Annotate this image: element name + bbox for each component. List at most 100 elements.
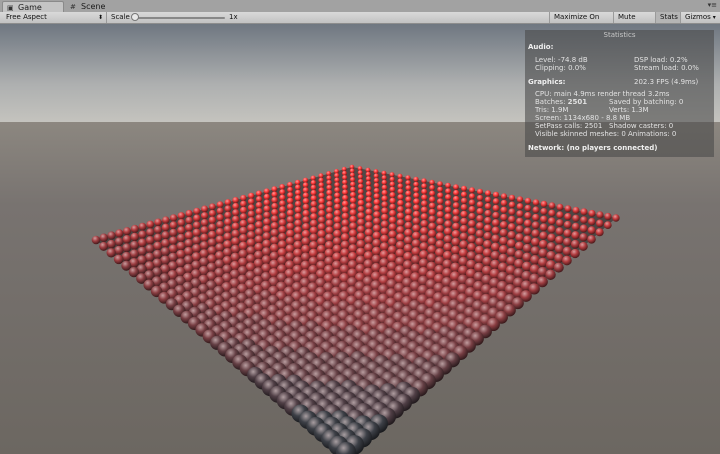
sphere	[302, 187, 309, 194]
sphere	[500, 206, 508, 214]
sphere	[437, 192, 444, 199]
sphere	[301, 229, 311, 239]
sphere	[491, 226, 500, 235]
sphere	[130, 224, 139, 233]
sphere	[429, 190, 436, 197]
sphere	[286, 209, 294, 217]
sphere	[207, 238, 217, 247]
sphere	[397, 188, 404, 195]
sphere	[208, 230, 217, 240]
sphere	[286, 203, 294, 211]
sphere	[326, 179, 332, 186]
tab-scene[interactable]: # Scene	[66, 1, 126, 12]
sphere	[177, 212, 185, 220]
sphere	[500, 199, 508, 207]
window-menu-icon[interactable]: ▾≡	[708, 0, 717, 11]
sphere	[396, 219, 405, 227]
sphere	[349, 176, 356, 183]
sphere	[580, 216, 588, 224]
sphere	[332, 237, 342, 246]
sphere	[193, 207, 201, 215]
sphere	[412, 217, 421, 225]
sphere	[427, 229, 437, 238]
sphere	[192, 221, 201, 230]
sphere	[325, 226, 334, 235]
sphere	[508, 208, 516, 216]
sphere	[145, 235, 155, 245]
sphere	[326, 175, 332, 181]
sphere	[334, 182, 340, 188]
tab-bar: ▣ Game # Scene ▾≡	[0, 0, 720, 12]
sphere	[373, 187, 380, 194]
sphere	[570, 248, 580, 259]
scale-slider-thumb[interactable]	[131, 13, 139, 21]
sphere	[412, 204, 420, 212]
sphere	[508, 215, 516, 224]
maximize-on-play-button[interactable]: Maximize On Play	[549, 12, 613, 32]
sphere	[348, 236, 358, 246]
sphere	[372, 231, 381, 240]
audio-level: Level: -74.8 dB	[535, 56, 588, 64]
scale-slider[interactable]	[131, 12, 225, 23]
tab-game[interactable]: ▣ Game	[2, 1, 64, 12]
sphere	[365, 191, 372, 198]
sphere	[238, 241, 248, 251]
sphere	[419, 242, 429, 252]
sphere	[334, 187, 341, 193]
sphere	[334, 192, 341, 199]
shadow-casters: Shadow casters: 0	[609, 122, 674, 130]
sphere	[411, 239, 421, 249]
sphere	[397, 194, 404, 201]
sphere	[373, 204, 381, 212]
sphere	[215, 243, 225, 253]
saved-by-batching: Saved by batching: 0	[609, 98, 684, 106]
sphere	[168, 244, 178, 254]
sphere	[405, 196, 412, 203]
sphere	[185, 223, 193, 232]
sphere	[562, 246, 572, 256]
sphere	[342, 189, 349, 196]
sphere	[459, 224, 468, 233]
sphere	[545, 269, 556, 280]
sphere	[294, 179, 301, 186]
sphere	[262, 225, 271, 233]
sphere	[428, 208, 436, 216]
sphere	[397, 199, 404, 207]
sphere	[579, 224, 588, 233]
sphere	[122, 243, 132, 253]
sphere	[437, 181, 443, 187]
sphere	[459, 232, 469, 241]
sphere	[185, 216, 193, 225]
aspect-dropdown[interactable]: Free Aspect ⬍	[3, 12, 107, 23]
dsp-load: DSP load: 0.2%	[634, 56, 688, 64]
gizmos-dropdown[interactable]: Gizmos ▾	[680, 12, 718, 23]
batches: Batches: 2501	[535, 98, 587, 106]
sphere	[412, 224, 421, 233]
sphere	[246, 238, 256, 248]
sphere	[270, 215, 279, 223]
sphere	[397, 178, 403, 184]
sphere	[429, 196, 436, 203]
sphere	[596, 211, 604, 219]
sphere	[349, 222, 358, 231]
sphere	[570, 239, 580, 249]
sphere	[263, 199, 271, 206]
mute-audio-button[interactable]: Mute Audio	[613, 12, 655, 32]
sphere	[231, 215, 240, 224]
sphere	[130, 232, 139, 242]
stats-button[interactable]: Stats	[655, 12, 680, 23]
sphere	[484, 196, 492, 203]
sphere	[538, 239, 548, 249]
sphere	[405, 180, 411, 186]
sphere	[294, 206, 302, 214]
sphere	[381, 213, 389, 222]
sphere	[524, 211, 532, 220]
sphere	[389, 172, 395, 178]
sphere	[263, 211, 271, 219]
sphere	[324, 240, 334, 250]
sphere	[531, 229, 540, 238]
sphere	[271, 191, 278, 198]
sphere	[309, 226, 318, 235]
sphere	[572, 206, 580, 214]
sphere	[507, 231, 516, 240]
